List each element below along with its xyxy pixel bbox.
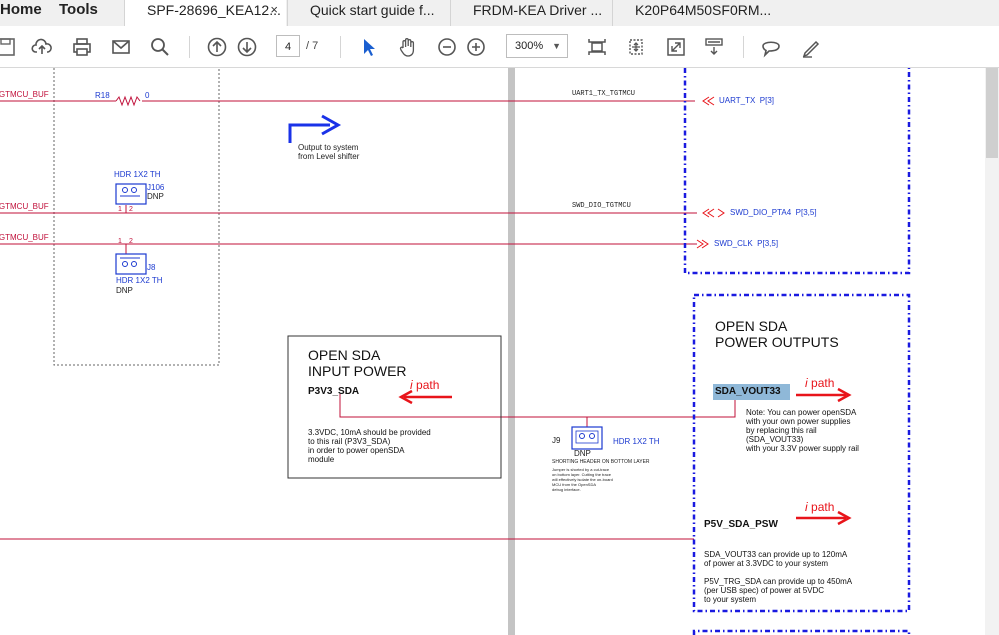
net-label: SWD_DIO_TGTMCU — [572, 202, 631, 210]
dashed-box-bottom — [692, 629, 911, 635]
toolbar: 4 / 7 300% ▼ — [0, 26, 999, 68]
page-total: / 7 — [306, 40, 319, 52]
component-value: 0 — [145, 91, 150, 100]
input-power-title: OPEN SDA INPUT POWER — [308, 347, 407, 379]
tab-label: K20P64M50SF0RM... — [635, 2, 772, 18]
component-name: HDR 1X2 TH — [613, 437, 660, 446]
component-name: HDR 1X2 TH — [114, 170, 161, 179]
port-label: SWD_DIO_PTA4 P[3,5] — [730, 208, 817, 217]
path-label: i path — [805, 500, 835, 514]
close-icon[interactable]: × — [270, 0, 278, 20]
scrollbar-thumb[interactable] — [986, 68, 998, 158]
component-dnp: DNP — [574, 449, 591, 458]
tab-document[interactable]: FRDM-KEA Driver ... — [450, 0, 611, 26]
output-note: Output to system from Level shifter — [298, 143, 360, 161]
menu-home[interactable]: Home — [0, 0, 42, 22]
net-label: UART1_TX_TGTMCU — [572, 90, 636, 98]
path-label: i path — [805, 376, 835, 390]
menu-tools[interactable]: Tools — [59, 0, 98, 22]
power-note: P5V_TRG_SDA can provide up to 450mA (per … — [704, 577, 853, 604]
tab-bar: Home Tools SPF-28696_KEA12... × Quick st… — [0, 0, 999, 27]
vout-note: Note: You can power openSDA with your own… — [746, 408, 859, 453]
power-note: SDA_VOUT33 can provide up to 120mA of pow… — [704, 550, 848, 568]
tab-label: SPF-28696_KEA12... — [147, 2, 281, 18]
rotate-view-icon[interactable] — [622, 33, 650, 61]
pin-number: 2 — [129, 206, 133, 213]
path-label: i path — [410, 378, 440, 392]
net-label: TGTMCU_BUF — [0, 90, 49, 99]
net-label: TGTMCU_BUF — [0, 202, 49, 211]
page-gap — [508, 68, 515, 635]
pin-number: 1 — [118, 238, 122, 245]
component-dnp: DNP — [147, 192, 164, 201]
select-cursor-icon[interactable] — [355, 33, 383, 61]
toolbar-divider — [743, 36, 744, 58]
pin-number: 1 — [118, 206, 122, 213]
jumper-note: Jumper is shorted by a cut-trace on botto… — [552, 467, 613, 492]
pin-number: 2 — [129, 238, 133, 245]
highlight-pen-icon[interactable] — [797, 33, 825, 61]
zoom-out-icon[interactable] — [433, 33, 461, 61]
zoom-value: 300% — [515, 40, 544, 52]
component-name: HDR 1X2 TH — [116, 276, 163, 285]
toolbar-divider — [189, 36, 190, 58]
search-icon[interactable] — [146, 33, 174, 61]
net-label: TGTMCU_BUF — [0, 233, 49, 242]
tab-document[interactable]: K20P64M50SF0RM... — [612, 0, 782, 26]
save-icon[interactable] — [0, 33, 20, 61]
fit-page-icon[interactable] — [583, 33, 611, 61]
tab-label: FRDM-KEA Driver ... — [473, 2, 603, 18]
power-outputs-title: OPEN SDA POWER OUTPUTS — [715, 318, 839, 350]
full-screen-icon[interactable] — [662, 33, 690, 61]
port-label: UART_TX P[3] — [719, 96, 774, 105]
resistor-r18 — [115, 95, 141, 107]
ref-designator: J8 — [147, 263, 156, 272]
ref-designator: J9 — [552, 436, 561, 445]
page-number-input[interactable]: 4 — [276, 35, 300, 57]
header-j9 — [571, 426, 603, 450]
port-symbol — [702, 208, 725, 218]
cloud-upload-icon[interactable] — [28, 33, 56, 61]
tab-document[interactable]: Quick start guide f... — [287, 0, 449, 26]
scrolling-mode-icon[interactable] — [700, 33, 728, 61]
component-dnp: DNP — [116, 286, 133, 295]
print-icon[interactable] — [68, 33, 96, 61]
rail-label: P3V3_SDA — [308, 386, 360, 397]
ref-designator: J106 — [147, 183, 165, 192]
hand-tool-icon[interactable] — [394, 33, 422, 61]
layer-note: SHORTING HEADER ON BOTTOM LAYER — [552, 459, 650, 465]
zoom-in-icon[interactable] — [462, 33, 490, 61]
mail-icon[interactable] — [107, 33, 135, 61]
port-symbol — [702, 96, 715, 106]
port-symbol — [696, 239, 709, 249]
previous-page-icon[interactable] — [203, 33, 231, 61]
dotted-boundary — [53, 68, 220, 366]
input-note: 3.3VDC, 10mA should be provided to this r… — [308, 428, 431, 464]
document-view: TGTMCU_BUF TGTMCU_BUF TGTMCU_BUF R18 0 U… — [0, 68, 985, 635]
next-page-icon[interactable] — [233, 33, 261, 61]
toolbar-divider — [340, 36, 341, 58]
header-j106 — [115, 183, 147, 205]
comment-icon[interactable] — [757, 33, 785, 61]
ref-designator: R18 — [95, 91, 110, 100]
rail-label: P5V_SDA_PSW — [704, 519, 778, 530]
chevron-down-icon: ▼ — [552, 41, 561, 51]
zoom-select[interactable]: 300% ▼ — [506, 34, 568, 58]
rail-label: SDA_VOUT33 — [715, 386, 781, 397]
port-label: SWD_CLK P[3,5] — [714, 239, 779, 248]
tab-label: Quick start guide f... — [310, 2, 435, 18]
tab-document-active[interactable]: SPF-28696_KEA12... × — [124, 0, 286, 27]
